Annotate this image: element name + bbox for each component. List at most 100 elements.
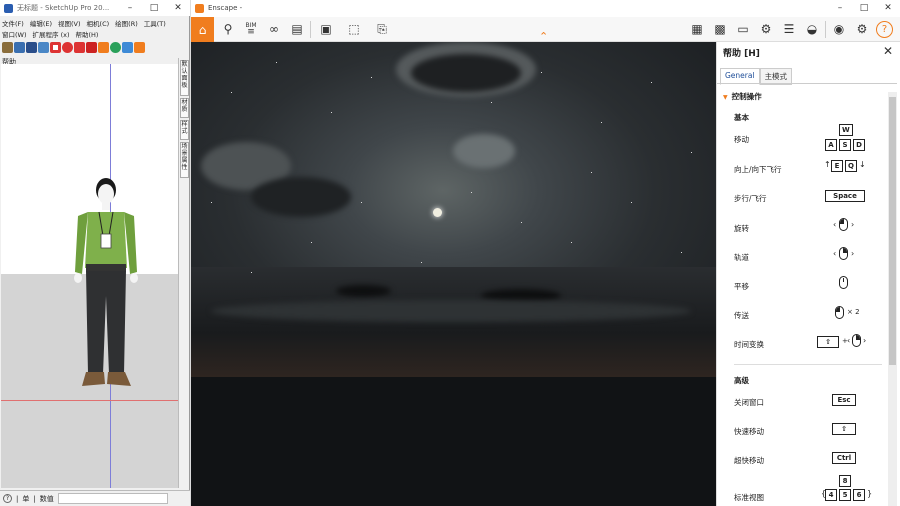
menu-draw[interactable]: 绘图(R) bbox=[115, 18, 138, 28]
section-controls[interactable]: ▼ 控制操作 bbox=[723, 91, 762, 102]
camera-icon[interactable] bbox=[86, 41, 97, 53]
enscape-window-icon[interactable] bbox=[134, 41, 145, 53]
double-click-count: × 2 bbox=[847, 308, 860, 316]
sketchup-title: 无标题 - SketchUp Pro 20... bbox=[17, 4, 110, 12]
time-right-icon: › bbox=[863, 336, 867, 345]
star bbox=[331, 112, 332, 113]
bim-icon[interactable]: BIM ≡ bbox=[241, 19, 261, 39]
key-ctrl: Ctrl bbox=[832, 452, 856, 464]
row-close-window-label: 关闭窗口 bbox=[734, 398, 764, 407]
sync-icon[interactable] bbox=[110, 41, 121, 53]
sketchup-titlebar: 无标题 - SketchUp Pro 20... – □ ✕ bbox=[0, 0, 190, 16]
menu-camera[interactable]: 相机(C) bbox=[87, 18, 110, 28]
chevron-up-icon[interactable]: ⌃ bbox=[539, 30, 548, 43]
clapper-icon[interactable] bbox=[2, 41, 13, 53]
key-shift: ⇧ bbox=[832, 423, 856, 435]
row-walk-label: 步行/飞行 bbox=[734, 194, 767, 203]
screenshot-icon[interactable]: ▣ bbox=[316, 19, 336, 39]
toolbar-separator bbox=[310, 21, 311, 38]
bim-lines: ≡ bbox=[247, 27, 255, 37]
asset-library-icon[interactable]: ▩ bbox=[710, 19, 730, 39]
folder-icon[interactable] bbox=[74, 41, 85, 53]
enscape-titlebar: Enscape - – □ ✕ bbox=[191, 0, 900, 16]
key-a: A bbox=[825, 139, 837, 151]
enscape-start-icon[interactable] bbox=[98, 41, 109, 53]
vr-icon[interactable]: ◒ bbox=[802, 19, 822, 39]
maximize-button[interactable]: □ bbox=[142, 3, 166, 13]
key-q: Q bbox=[845, 160, 857, 172]
enscape-window-controls: – □ ✕ bbox=[828, 0, 900, 16]
sketchup-menubar-row2: 窗口(W) 扩展程序 (x) 帮助(H) bbox=[2, 28, 98, 39]
monitor-icon[interactable] bbox=[14, 41, 25, 53]
help-icon[interactable]: ? bbox=[876, 21, 893, 38]
measurements-label: 数值 bbox=[39, 494, 54, 503]
close-button[interactable]: ✕ bbox=[166, 3, 190, 13]
minimize-button[interactable]: – bbox=[118, 3, 142, 13]
sketchup-viewport[interactable] bbox=[1, 64, 178, 488]
row-orbit-label: 轨道 bbox=[734, 253, 749, 262]
section-controls-label: 控制操作 bbox=[731, 92, 762, 101]
link-icon[interactable] bbox=[122, 41, 133, 53]
enscape-render-viewport[interactable] bbox=[191, 42, 716, 506]
help-scrollbar-thumb[interactable] bbox=[889, 97, 896, 365]
row-fast-move-label: 快速移动 bbox=[734, 427, 764, 436]
gear-icon[interactable]: ⚙ bbox=[852, 19, 872, 39]
maximize-button[interactable]: □ bbox=[852, 3, 876, 13]
side-tab-default[interactable]: 默认面板 bbox=[180, 60, 189, 96]
key-8: 8 bbox=[839, 475, 851, 487]
clapper-icon[interactable]: ▤ bbox=[287, 19, 307, 39]
cloud bbox=[453, 134, 515, 168]
star bbox=[541, 72, 542, 73]
swap-icon[interactable] bbox=[26, 41, 37, 53]
key-e: E bbox=[831, 160, 843, 172]
map-icon[interactable]: ▦ bbox=[687, 19, 707, 39]
export-icon[interactable]: ⎘ bbox=[372, 19, 392, 39]
sketchup-menubar-row1: 文件(F) 编辑(E) 视图(V) 相机(C) 绘图(R) 工具(T) bbox=[2, 17, 166, 28]
sketchup-statusbar: ? | 单 | 数值 bbox=[0, 490, 190, 506]
enscape-stop-icon[interactable] bbox=[50, 41, 61, 53]
row-time-label: 时间变换 bbox=[734, 340, 764, 349]
star bbox=[231, 92, 232, 93]
star bbox=[651, 82, 652, 83]
menu-tools[interactable]: 工具(T) bbox=[144, 18, 166, 28]
sketchup-app-icon bbox=[4, 3, 13, 13]
status-separator: | bbox=[16, 494, 19, 503]
star bbox=[491, 102, 492, 103]
key-w: W bbox=[839, 124, 853, 136]
minimize-button[interactable]: – bbox=[828, 3, 852, 13]
side-tab-styles[interactable]: 样式 bbox=[180, 120, 189, 140]
eye-icon[interactable]: ◉ bbox=[829, 19, 849, 39]
side-tab-scenes[interactable]: 场景属性 bbox=[180, 142, 189, 178]
time-left-icon: ‹ bbox=[847, 336, 851, 345]
close-icon[interactable]: ✕ bbox=[883, 44, 893, 58]
menu-file[interactable]: 文件(F) bbox=[2, 18, 24, 28]
measurements-input[interactable] bbox=[57, 493, 168, 504]
enscape-settings-icon[interactable] bbox=[62, 41, 73, 53]
help-icon[interactable]: ? bbox=[3, 494, 12, 503]
star bbox=[276, 62, 277, 63]
menu-help[interactable]: 帮助(H) bbox=[76, 29, 99, 39]
arrow-up-icon: ↑ bbox=[824, 160, 831, 169]
binoculars-icon[interactable]: ∞ bbox=[264, 19, 284, 39]
dark-ground bbox=[191, 377, 716, 506]
star bbox=[571, 242, 572, 243]
menu-view[interactable]: 视图(V) bbox=[58, 18, 81, 28]
gallery-icon[interactable]: ▭ bbox=[733, 19, 753, 39]
target-icon[interactable] bbox=[38, 41, 49, 53]
star bbox=[211, 202, 212, 203]
row-pan-label: 平移 bbox=[734, 282, 749, 291]
star bbox=[521, 222, 522, 223]
menu-window[interactable]: 窗口(W) bbox=[2, 29, 27, 39]
pin-icon[interactable]: ⚲ bbox=[218, 19, 238, 39]
close-button[interactable]: ✕ bbox=[876, 3, 900, 13]
visual-settings-icon[interactable]: ⚙ bbox=[756, 19, 776, 39]
home-icon[interactable]: ⌂ bbox=[191, 17, 214, 42]
status-separator: | bbox=[33, 494, 36, 503]
menu-extensions[interactable]: 扩展程序 (x) bbox=[33, 29, 70, 39]
collapse-triangle-icon: ▼ bbox=[723, 94, 728, 101]
side-tab-materials[interactable]: 材质 bbox=[180, 98, 189, 118]
menu-edit[interactable]: 编辑(E) bbox=[30, 18, 52, 28]
section-divider bbox=[734, 364, 882, 365]
settings-icon[interactable]: ☰ bbox=[779, 19, 799, 39]
panorama-icon[interactable]: ⬚ bbox=[344, 19, 364, 39]
